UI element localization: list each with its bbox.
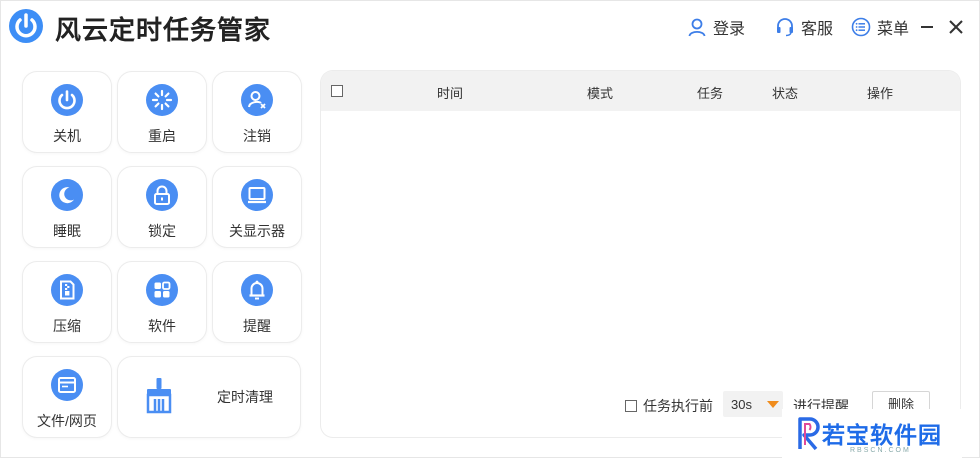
broom-icon [146,378,172,414]
software-label: 软件 [148,318,176,334]
logout-user-icon [241,84,273,116]
remind-before-label: 任务执行前 [643,398,713,414]
service-label: 客服 [801,21,834,38]
sleep-tile[interactable]: 睡眠 [23,167,111,247]
logout-tile[interactable]: 注销 [213,72,301,152]
task-list-panel: 时间 模式 任务 状态 操作 任务执行前 30s 进行提醒 删除 [321,71,960,437]
lock-tile[interactable]: 锁定 [118,167,206,247]
app-window: 风云定时任务管家 登录 客服 菜单 关机 重启 注销 睡眠 锁定 关显示器 压缩… [0,0,980,458]
restart-tile[interactable]: 重启 [118,72,206,152]
chevron-down-icon [767,401,779,408]
login-label: 登录 [713,21,746,38]
watermark-text: 若宝软件园 [822,422,942,448]
lock-label: 锁定 [148,223,176,239]
title-bar: 风云定时任务管家 登录 客服 菜单 [1,1,980,59]
column-header-action: 操作 [867,86,894,101]
scheduled-cleanup-tile[interactable]: 定时清理 [118,357,300,437]
lock-icon [146,179,178,211]
shutdown-label: 关机 [53,128,81,144]
remind-before-checkbox[interactable] [625,400,637,412]
list-menu-icon [851,17,871,37]
column-header-time: 时间 [437,86,464,101]
sleep-label: 睡眠 [53,223,81,239]
browser-window-icon [51,369,83,401]
restart-icon [146,84,178,116]
watermark-logo-icon [798,417,820,451]
column-header-status: 状态 [772,86,799,101]
reminder-label: 提醒 [243,318,271,334]
software-tile[interactable]: 软件 [118,262,206,342]
watermark-subtext: RBSCN.COM [850,447,911,454]
moon-icon [51,179,83,211]
scheduled-cleanup-label: 定时清理 [217,389,273,405]
minimize-button[interactable] [919,15,935,39]
bell-icon [241,274,273,306]
monitor-icon [241,179,273,211]
select-all-checkbox[interactable] [331,85,343,97]
customer-service-button[interactable]: 客服 [775,15,833,39]
remind-delay-value: 30s [731,397,752,412]
archive-icon [51,274,83,306]
watermark: 若宝软件园 RBSCN.COM [782,409,962,458]
column-header-task: 任务 [697,86,724,101]
reminder-tile[interactable]: 提醒 [213,262,301,342]
column-header-mode: 模式 [587,86,614,101]
remind-delay-select[interactable]: 30s [723,391,783,417]
task-table-header: 时间 模式 任务 状态 操作 [321,71,960,111]
app-logo-power-icon [9,9,43,43]
headset-icon [777,18,793,37]
apps-icon [146,274,178,306]
menu-button[interactable]: 菜单 [851,15,909,39]
close-icon [949,20,963,34]
compress-tile[interactable]: 压缩 [23,262,111,342]
power-icon [51,84,83,116]
login-button[interactable]: 登录 [687,15,745,39]
monitor-off-label: 关显示器 [229,223,285,239]
app-title: 风云定时任务管家 [55,15,272,45]
close-button[interactable] [947,15,965,39]
logout-label: 注销 [243,128,271,144]
compress-label: 压缩 [53,318,81,334]
monitor-off-tile[interactable]: 关显示器 [213,167,301,247]
file-webpage-tile[interactable]: 文件/网页 [23,357,111,437]
menu-label: 菜单 [877,21,910,38]
shutdown-tile[interactable]: 关机 [23,72,111,152]
file-webpage-label: 文件/网页 [37,413,97,429]
user-icon [688,18,706,37]
restart-label: 重启 [148,128,176,144]
